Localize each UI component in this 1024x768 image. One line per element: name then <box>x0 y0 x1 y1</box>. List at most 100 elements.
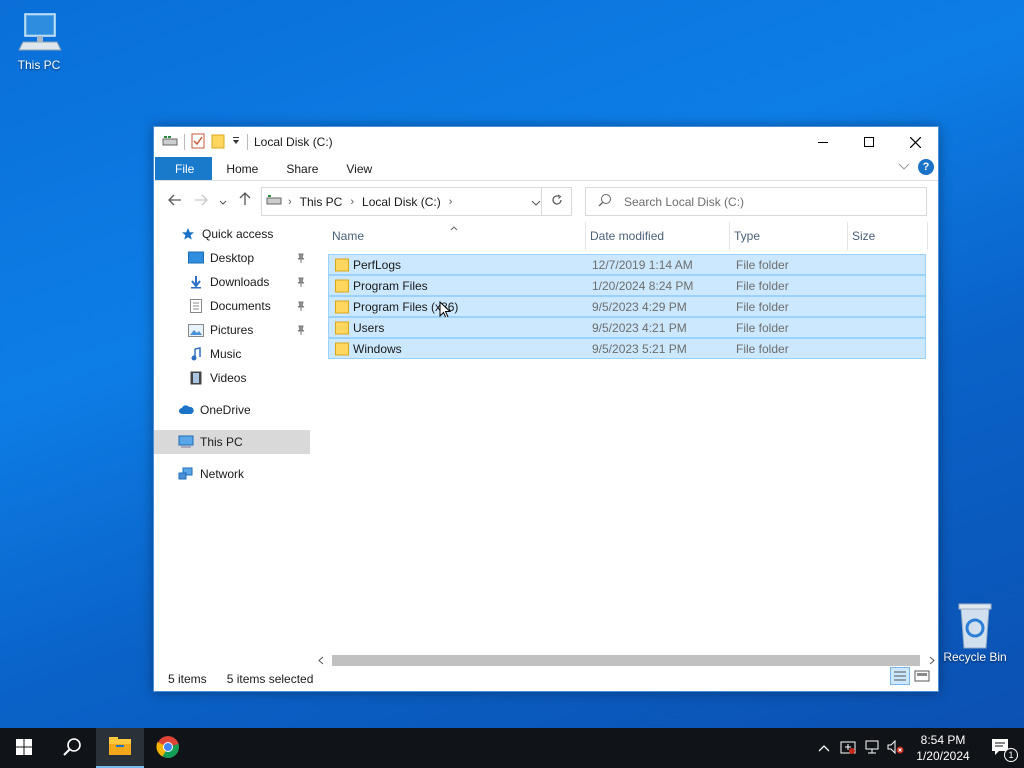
chevron-right-icon[interactable]: › <box>449 196 453 208</box>
file-name: Windows <box>353 342 402 356</box>
new-folder-icon[interactable] <box>211 133 225 152</box>
column-header-size[interactable]: Size <box>848 222 928 250</box>
notification-badge: 1 <box>1004 748 1018 762</box>
nav-network[interactable]: Network <box>154 462 310 486</box>
nav-quick-access[interactable]: Quick access <box>154 222 310 246</box>
column-label: Size <box>852 229 876 243</box>
recycle-bin-icon <box>951 600 999 649</box>
column-label: Name <box>332 229 365 243</box>
back-arrow-icon[interactable] <box>162 193 188 210</box>
file-date: 9/5/2023 4:21 PM <box>592 321 687 335</box>
nav-onedrive[interactable]: OneDrive <box>154 398 310 422</box>
file-row[interactable]: Users 9/5/2023 4:21 PM File folder <box>328 317 926 338</box>
desktop-folder-icon <box>188 250 204 266</box>
expand-ribbon-chevron-icon[interactable] <box>898 160 910 174</box>
tab-file[interactable]: File <box>155 157 213 180</box>
nav-this-pc[interactable]: This PC <box>154 430 310 454</box>
search-icon <box>62 737 82 760</box>
file-row[interactable]: Program Files (x86) 9/5/2023 4:29 PM Fil… <box>328 296 926 319</box>
properties-icon[interactable] <box>191 133 205 152</box>
clock-time: 8:54 PM <box>920 733 966 747</box>
file-date: 9/5/2023 4:29 PM <box>592 300 687 314</box>
recent-locations-chevron-icon[interactable] <box>214 193 232 210</box>
navigation-bar: › This PC › Local Disk (C:) › Search Loc… <box>154 181 938 221</box>
pin-icon[interactable] <box>296 324 306 338</box>
large-icons-view-icon[interactable] <box>912 667 932 688</box>
windows-logo-icon <box>16 738 32 758</box>
taskbar-file-explorer[interactable] <box>96 728 144 768</box>
search-icon <box>598 193 612 210</box>
clock[interactable]: 8:54 PM 1/20/2024 <box>908 732 978 764</box>
maximize-button[interactable] <box>846 127 892 157</box>
pin-icon[interactable] <box>296 276 306 290</box>
nav-label: Desktop <box>210 251 255 265</box>
desktop-icon-recycle-bin[interactable]: Recycle Bin <box>940 600 1010 664</box>
nav-label: Downloads <box>210 275 270 289</box>
pin-icon[interactable] <box>296 300 306 314</box>
chevron-right-icon[interactable]: › <box>288 196 292 208</box>
file-date: 1/20/2024 8:24 PM <box>592 279 694 293</box>
refresh-icon <box>551 194 563 209</box>
column-header-type[interactable]: Type <box>730 222 848 250</box>
file-list: Name Date modified Type Size PerfLogs 12… <box>328 222 930 652</box>
file-name: PerfLogs <box>353 258 402 272</box>
ribbon-tabs: File Home Share View ? <box>154 157 938 181</box>
customize-toolbar-chevron-icon[interactable] <box>231 135 241 149</box>
item-count: 5 items <box>168 672 207 686</box>
minimize-button[interactable] <box>800 127 846 157</box>
nav-downloads[interactable]: Downloads <box>154 270 310 294</box>
breadcrumb-this-pc[interactable]: This PC <box>300 195 343 209</box>
file-row[interactable]: PerfLogs 12/7/2019 1:14 AM File folder <box>328 254 926 275</box>
column-header-name[interactable]: Name <box>328 222 586 250</box>
search-box[interactable]: Search Local Disk (C:) <box>585 187 927 216</box>
system-tray: 8:54 PM 1/20/2024 1 <box>812 728 1024 768</box>
search-button[interactable] <box>48 728 96 768</box>
security-icon[interactable] <box>836 739 860 758</box>
forward-arrow-icon[interactable] <box>188 193 214 210</box>
action-center-button[interactable]: 1 <box>978 728 1024 768</box>
computer-icon <box>15 8 63 56</box>
tab-share[interactable]: Share <box>272 157 332 180</box>
desktop-icon-this-pc[interactable]: This PC <box>4 8 74 72</box>
taskbar-chrome[interactable] <box>144 728 192 768</box>
column-header-date[interactable]: Date modified <box>586 222 730 250</box>
folder-icon <box>335 300 349 317</box>
window-title: Local Disk (C:) <box>254 135 333 149</box>
title-bar[interactable]: Local Disk (C:) <box>154 127 938 157</box>
start-button[interactable] <box>0 728 48 768</box>
folder-icon <box>335 321 349 338</box>
sort-ascending-chevron-icon <box>450 220 458 234</box>
breadcrumb-local-disk[interactable]: Local Disk (C:) <box>362 195 441 209</box>
nav-desktop[interactable]: Desktop <box>154 246 310 270</box>
pin-icon[interactable] <box>296 252 306 266</box>
volume-muted-icon[interactable] <box>884 739 908 758</box>
nav-pictures[interactable]: Pictures <box>154 318 310 342</box>
chevron-right-icon[interactable]: › <box>350 196 354 208</box>
quick-access-toolbar <box>154 133 248 152</box>
details-view-icon[interactable] <box>890 667 910 688</box>
nav-videos[interactable]: Videos <box>154 366 310 390</box>
file-row[interactable]: Program Files 1/20/2024 8:24 PM File fol… <box>328 275 926 296</box>
file-date: 9/5/2023 5:21 PM <box>592 342 687 356</box>
help-icon[interactable]: ? <box>918 159 934 175</box>
close-button[interactable] <box>892 127 938 157</box>
file-type: File folder <box>736 258 789 272</box>
nav-label: Pictures <box>210 323 254 337</box>
nav-label: Network <box>200 467 245 481</box>
nav-label: Quick access <box>202 227 274 241</box>
up-arrow-icon[interactable] <box>232 192 258 210</box>
nav-music[interactable]: Music <box>154 342 310 366</box>
show-hidden-icons-chevron-icon[interactable] <box>812 741 836 755</box>
address-bar[interactable]: › This PC › Local Disk (C:) › <box>261 187 572 216</box>
film-strip-icon <box>188 370 204 386</box>
nav-label: Videos <box>210 371 247 385</box>
file-row[interactable]: Windows 9/5/2023 5:21 PM File folder <box>328 338 926 359</box>
pictures-icon <box>188 322 204 338</box>
address-history-chevron-icon[interactable] <box>531 195 541 209</box>
nav-documents[interactable]: Documents <box>154 294 310 318</box>
folder-icon <box>335 279 349 296</box>
tab-home[interactable]: Home <box>212 157 272 180</box>
tab-view[interactable]: View <box>332 157 386 180</box>
refresh-button[interactable] <box>541 188 571 215</box>
network-status-icon[interactable] <box>860 739 884 758</box>
